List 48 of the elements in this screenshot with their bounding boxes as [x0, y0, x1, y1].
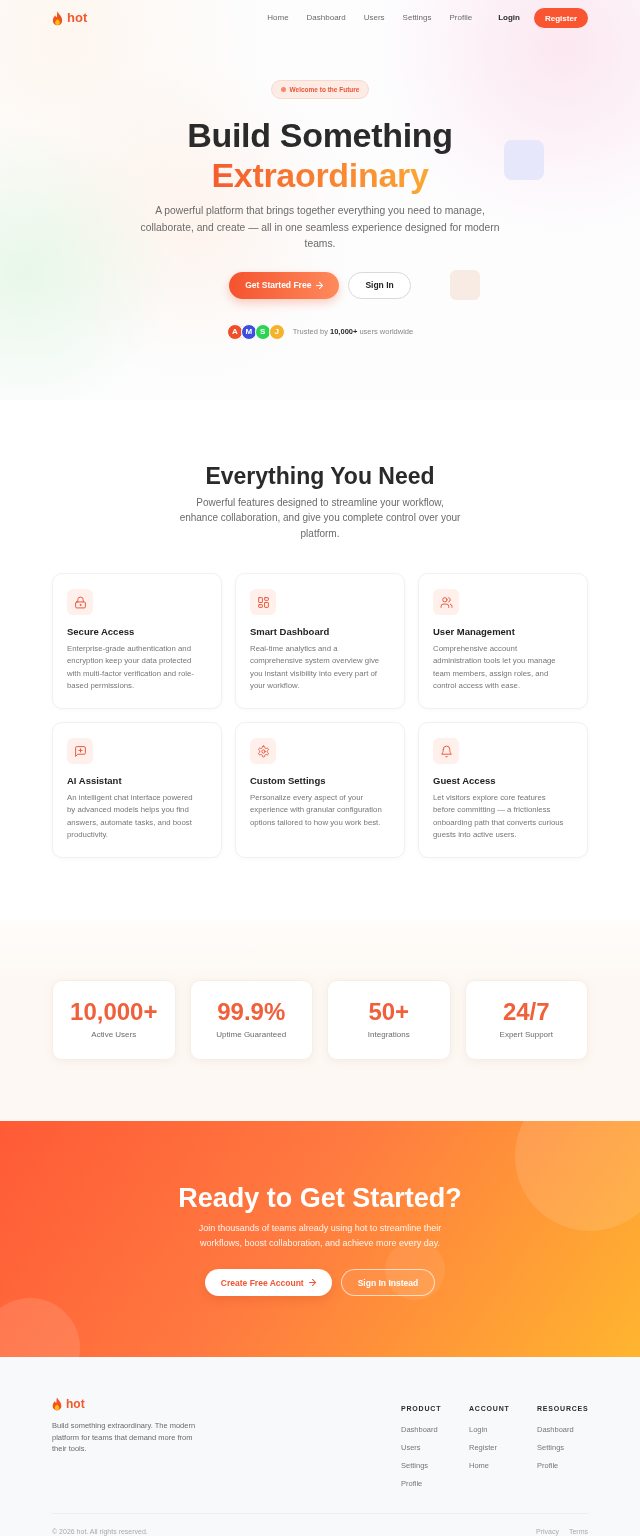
settings-icon: [250, 738, 276, 765]
cta-heading: Ready to Get Started?: [178, 1182, 462, 1216]
nav-link[interactable]: Home: [267, 12, 289, 24]
hero-heading: Build Something: [187, 115, 453, 155]
hero-description: A powerful platform that brings together everything you need to manage, collaborate, and create — all in one seamless experience designed for modern teams.: [139, 204, 501, 251]
avatar: J: [268, 323, 285, 340]
login-link[interactable]: Login: [498, 12, 520, 24]
stat-value: 50+: [367, 998, 411, 1027]
stat-label: Integrations: [366, 1030, 411, 1041]
stat-value: 10,000+: [69, 998, 159, 1027]
dot-icon: [280, 87, 286, 92]
get-started-button[interactable]: Get Started Free: [229, 271, 340, 299]
nav-link[interactable]: Profile: [449, 12, 473, 24]
chat-plus-icon: [67, 738, 93, 765]
sign-in-button[interactable]: Sign In: [348, 271, 411, 299]
feature-title: AI Assistant: [67, 775, 123, 788]
register-button[interactable]: Register: [534, 8, 588, 28]
avatar: S: [254, 323, 271, 340]
decorative-tile: [450, 270, 480, 300]
avatar: A: [226, 323, 243, 340]
nav-link[interactable]: Users: [363, 12, 385, 24]
stat-label: Uptime Guaranteed: [215, 1030, 288, 1041]
flame-icon: [52, 10, 63, 26]
section-description: Powerful features designed to streamline your workflow, enhance collaboration, and give you complete control over your platform.: [178, 495, 462, 541]
flame-icon: [52, 1397, 62, 1412]
nav-link[interactable]: Dashboard: [306, 12, 346, 24]
grid-icon: [250, 589, 276, 615]
nav-link[interactable]: Settings: [402, 12, 432, 24]
stat-label: Active Users: [90, 1030, 138, 1041]
feature-title: Smart Dashboard: [250, 626, 331, 638]
cta-description: Join thousands of teams already using hot to streamline their workflows, boost collaboration, and achieve more every day.: [197, 1221, 443, 1250]
stat-label: Expert Support: [498, 1030, 554, 1041]
feature-title: Secure Access: [67, 626, 136, 638]
feature-title: Custom Settings: [250, 775, 327, 788]
arrow-right-icon: [316, 281, 324, 289]
users-icon: [433, 589, 459, 615]
create-account-button[interactable]: Create Free Account: [204, 1269, 332, 1297]
stat-value: 99.9%: [216, 998, 287, 1027]
arrow-right-icon: [308, 1279, 316, 1287]
logo-text[interactable]: hot: [67, 10, 88, 26]
feature-title: Guest Access: [433, 775, 497, 788]
stat-value: 24/7: [501, 998, 551, 1027]
feature-title: User Management: [433, 626, 516, 638]
bell-icon: [433, 738, 459, 765]
section-heading: Everything You Need: [204, 461, 436, 491]
logo-text[interactable]: hot: [66, 1397, 85, 1412]
lock-icon: [67, 589, 93, 615]
avatar: M: [240, 323, 257, 340]
